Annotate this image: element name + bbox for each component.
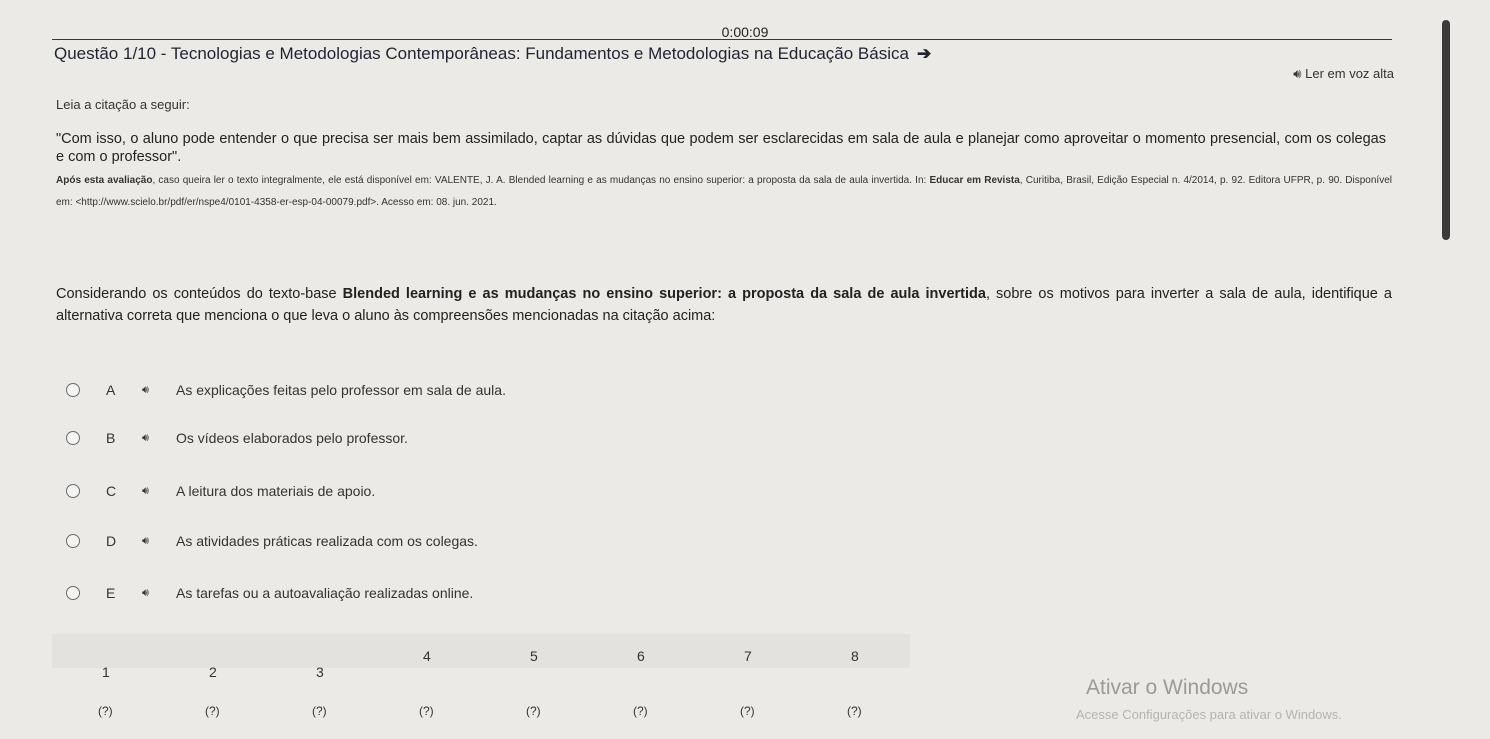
question-number: 4	[423, 648, 431, 664]
speaker-icon[interactable]: 🔊︎	[142, 384, 149, 397]
prompt-bold: Blended learning e as mudanças no ensino…	[342, 286, 986, 302]
question-number: 7	[744, 648, 752, 664]
question-status: (?)	[98, 704, 113, 718]
question-status: (?)	[740, 704, 755, 718]
question-number: 3	[316, 664, 324, 680]
windows-activation-subtext: Acesse Configurações para ativar o Windo…	[1076, 707, 1342, 722]
option-e[interactable]: E 🔊︎ As tarefas ou a autoavaliação reali…	[66, 583, 473, 603]
option-text: As tarefas ou a autoavaliação realizadas…	[176, 585, 474, 601]
read-aloud-label: Ler em voz alta	[1305, 66, 1394, 81]
reference-bold: Após esta avaliação	[56, 175, 153, 186]
option-text: Os vídeos elaborados pelo professor.	[176, 430, 408, 446]
speaker-icon[interactable]: 🔊︎	[142, 432, 149, 445]
option-text: As atividades práticas realizada com os …	[176, 533, 478, 549]
question-number: 6	[637, 648, 645, 664]
question-status: (?)	[419, 704, 434, 718]
divider	[52, 39, 1392, 40]
reference-body: , caso queira ler o texto integralmente,…	[152, 175, 930, 186]
question-nav-item-6[interactable]: 6 (?)	[587, 636, 694, 736]
speaker-icon[interactable]: 🔊︎	[142, 535, 149, 548]
question-number: 1	[102, 664, 110, 680]
prompt-start: Considerando os conteúdos do texto-base	[56, 286, 343, 302]
question-nav-item-2[interactable]: 2 (?)	[159, 636, 266, 736]
question-nav-item-4[interactable]: 4 (?)	[373, 636, 480, 736]
option-d[interactable]: D 🔊︎ As atividades práticas realizada co…	[66, 531, 478, 551]
next-arrow-icon[interactable]: ➔	[917, 44, 931, 63]
question-nav-item-5[interactable]: 5 (?)	[480, 636, 587, 736]
read-aloud-button[interactable]: 🔊︎ Ler em voz alta	[1293, 66, 1394, 82]
radio-button[interactable]	[66, 431, 80, 445]
speaker-icon[interactable]: 🔊︎	[142, 485, 149, 498]
windows-activation-watermark: Ativar o Windows	[1086, 676, 1249, 699]
question-number: 2	[209, 664, 217, 680]
intro-text: Leia a citação a seguir:	[56, 97, 190, 112]
question-status: (?)	[526, 704, 541, 718]
option-b[interactable]: B 🔊︎ Os vídeos elaborados pelo professor…	[66, 428, 408, 448]
option-letter: A	[106, 382, 116, 398]
option-letter: E	[106, 585, 116, 601]
question-prompt: Considerando os conteúdos do texto-base …	[56, 283, 1392, 327]
question-nav-item-8[interactable]: 8 (?)	[801, 636, 908, 736]
option-letter: B	[106, 430, 116, 446]
timer: 0:00:09	[721, 24, 769, 40]
question-navigation: 1 (?) 2 (?) 3 (?) 4 (?) 5 (?) 6 (?) 7 (?…	[52, 636, 908, 736]
question-status: (?)	[633, 704, 648, 718]
question-number: 8	[851, 648, 859, 664]
radio-button[interactable]	[66, 383, 80, 397]
speaker-icon[interactable]: 🔊︎	[142, 587, 149, 600]
option-text: As explicações feitas pelo professor em …	[176, 382, 506, 398]
question-title-text: Questão 1/10 - Tecnologias e Metodologia…	[54, 44, 909, 63]
question-number: 5	[530, 648, 538, 664]
scrollbar[interactable]	[1442, 20, 1450, 240]
question-nav-item-3[interactable]: 3 (?)	[266, 636, 373, 736]
question-status: (?)	[847, 704, 862, 718]
option-text: A leitura dos materiais de apoio.	[176, 483, 376, 499]
radio-button[interactable]	[66, 484, 80, 498]
question-status: (?)	[205, 704, 220, 718]
question-status: (?)	[312, 704, 327, 718]
option-a[interactable]: A 🔊︎ As explicações feitas pelo professo…	[66, 380, 506, 400]
question-title: Questão 1/10 - Tecnologias e Metodologia…	[54, 44, 931, 64]
question-nav-item-1[interactable]: 1 (?)	[52, 636, 159, 736]
reference-text: Após esta avaliação, caso queira ler o t…	[56, 170, 1392, 214]
option-letter: D	[106, 533, 117, 549]
radio-button[interactable]	[66, 534, 80, 548]
radio-button[interactable]	[66, 586, 80, 600]
option-letter: C	[106, 483, 117, 499]
question-nav-item-7[interactable]: 7 (?)	[694, 636, 801, 736]
speaker-icon: 🔊︎	[1293, 66, 1302, 81]
reference-journal: Educar em Revista	[929, 175, 1020, 186]
quote-text: "Com isso, o aluno pode entender o que p…	[56, 131, 1386, 165]
option-c[interactable]: C 🔊︎ A leitura dos materiais de apoio.	[66, 481, 375, 501]
